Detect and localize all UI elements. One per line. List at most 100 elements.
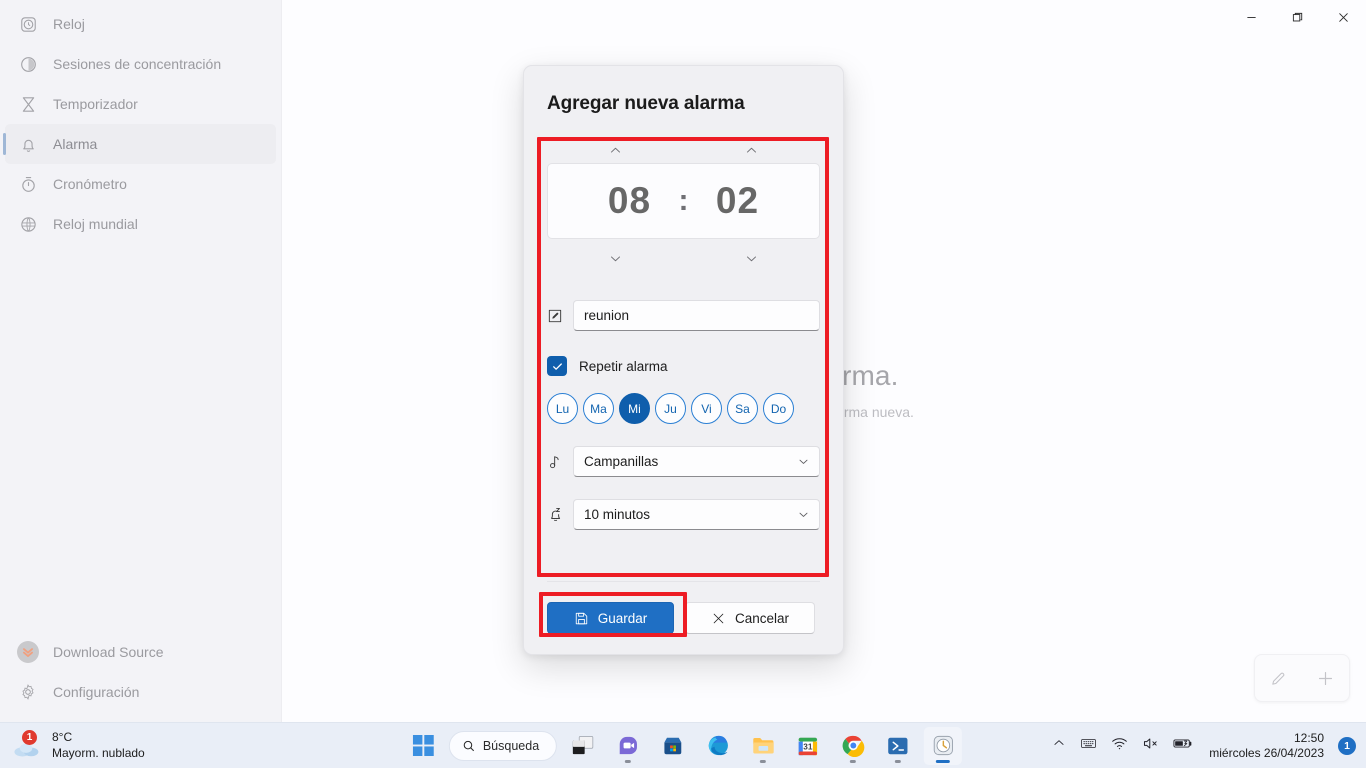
minute-increment-button[interactable] xyxy=(684,137,821,163)
edit-alarm-button[interactable] xyxy=(1262,661,1296,695)
sidebar-item-reloj-mundial[interactable]: Reloj mundial xyxy=(5,204,276,244)
running-indicator xyxy=(760,759,767,763)
active-indicator xyxy=(936,759,951,763)
day-toggle-vi[interactable]: Vi xyxy=(691,393,722,424)
time-separator: : xyxy=(678,184,689,217)
clock-app-icon xyxy=(933,735,953,756)
sidebar-item-alarma[interactable]: Alarma xyxy=(3,124,276,164)
edge-icon xyxy=(708,735,728,756)
hour-value: 08 xyxy=(607,180,652,221)
search-button[interactable]: Búsqueda xyxy=(448,730,558,761)
chevron-down-icon xyxy=(797,455,810,468)
repeat-alarm-row[interactable]: Repetir alarma xyxy=(547,356,820,376)
minimize-button[interactable] xyxy=(1228,0,1274,34)
chevron-down-icon xyxy=(797,508,810,521)
weather-text: 8°C Mayorm. nublado xyxy=(52,730,145,761)
day-toggle-ma[interactable]: Ma xyxy=(583,393,614,424)
add-alarm-button[interactable] xyxy=(1309,661,1343,695)
sidebar-bottom-list: Download Source Configuración xyxy=(0,632,281,722)
chevron-up-icon xyxy=(747,147,757,153)
microsoft-store-button[interactable] xyxy=(654,727,692,765)
close-button[interactable] xyxy=(1320,0,1366,34)
time-increment-row xyxy=(547,137,820,163)
chevron-up-icon[interactable] xyxy=(1052,736,1066,755)
task-view-button[interactable] xyxy=(564,727,602,765)
focus-icon xyxy=(17,53,39,75)
folder-icon xyxy=(753,737,774,753)
time-display[interactable]: 08 : 02 xyxy=(547,163,820,239)
weather-icon: 1 xyxy=(13,729,43,761)
speaker-muted-icon[interactable] xyxy=(1142,735,1159,757)
sidebar-item-configuracion[interactable]: Configuración xyxy=(5,672,276,712)
chevron-down-icon xyxy=(747,255,757,261)
clock-and-date[interactable]: 12:50 miércoles 26/04/2023 xyxy=(1205,731,1324,761)
day-toggle-lu[interactable]: Lu xyxy=(547,393,578,424)
sidebar-item-sesiones-de-concentracion[interactable]: Sesiones de concentración xyxy=(5,44,276,84)
sidebar-item-label: Configuración xyxy=(53,684,140,700)
restore-icon xyxy=(1292,12,1302,21)
taskbar-center: Búsqueda 31 xyxy=(404,726,963,765)
chrome-button[interactable] xyxy=(834,727,872,765)
calendar-day: 31 xyxy=(804,742,814,751)
snooze-select[interactable]: 10 minutos xyxy=(573,499,820,530)
pencil-icon xyxy=(1272,672,1285,685)
hour-increment-button[interactable] xyxy=(547,137,684,163)
close-icon xyxy=(1338,12,1348,22)
wifi-icon[interactable] xyxy=(1111,735,1128,757)
notification-badge[interactable]: 1 xyxy=(1338,736,1356,755)
minute-value: 02 xyxy=(715,180,760,221)
sidebar-item-label: Sesiones de concentración xyxy=(53,56,222,72)
file-explorer-button[interactable] xyxy=(744,727,782,765)
screen: Reloj Sesiones de concentración Temporiz… xyxy=(0,0,1366,768)
start-button[interactable] xyxy=(404,727,442,765)
search-icon xyxy=(463,740,474,751)
add-alarm-dialog: Agregar nueva alarma 08 : 02 reunion Rep… xyxy=(523,65,844,655)
dialog-title: Agregar nueva alarma xyxy=(547,93,745,114)
powershell-icon xyxy=(888,737,908,754)
tray-icon-group xyxy=(1052,735,1193,757)
plus-icon xyxy=(1318,671,1333,685)
calendar-button[interactable]: 31 xyxy=(789,727,827,765)
alarm-sound-select[interactable]: Campanillas xyxy=(573,446,820,477)
minute-decrement-button[interactable] xyxy=(684,245,821,271)
clock-app-button[interactable] xyxy=(924,726,963,765)
action-button-group xyxy=(1254,654,1350,702)
alarm-name-input[interactable]: reunion xyxy=(573,300,820,331)
sidebar-item-temporizador[interactable]: Temporizador xyxy=(5,84,276,124)
chat-icon xyxy=(619,736,637,755)
nav-list: Reloj Sesiones de concentración Temporiz… xyxy=(0,4,281,244)
sidebar-item-label: Reloj mundial xyxy=(53,216,138,232)
minimize-icon xyxy=(1246,16,1256,18)
weather-temperature: 8°C xyxy=(52,729,73,744)
search-label: Búsqueda xyxy=(482,738,540,753)
check-icon xyxy=(552,362,562,370)
chat-button[interactable] xyxy=(609,727,647,765)
battery-icon[interactable] xyxy=(1173,736,1193,756)
hour-decrement-button[interactable] xyxy=(547,245,684,271)
task-view-icon xyxy=(573,735,594,754)
sidebar-item-cronometro[interactable]: Cronómetro xyxy=(5,164,276,204)
day-toggle-do[interactable]: Do xyxy=(763,393,794,424)
edge-button[interactable] xyxy=(699,727,737,765)
sidebar-item-label: Cronómetro xyxy=(53,176,127,192)
stopwatch-icon xyxy=(17,173,39,195)
sidebar-item-reloj[interactable]: Reloj xyxy=(5,4,276,44)
day-toggle-ju[interactable]: Ju xyxy=(655,393,686,424)
day-toggle-mi[interactable]: Mi xyxy=(619,393,650,424)
bell-icon xyxy=(17,133,39,155)
save-button[interactable]: Guardar xyxy=(547,602,674,634)
powershell-button[interactable] xyxy=(879,727,917,765)
repeat-alarm-checkbox[interactable] xyxy=(547,356,567,376)
cancel-button[interactable]: Cancelar xyxy=(685,602,815,634)
sidebar-item-download-source[interactable]: Download Source xyxy=(5,632,276,672)
music-note-icon xyxy=(547,454,573,470)
weather-widget[interactable]: 1 8°C Mayorm. nublado xyxy=(0,729,300,761)
day-toggle-sa[interactable]: Sa xyxy=(727,393,758,424)
taskbar-time: 12:50 xyxy=(1293,730,1324,745)
gear-icon xyxy=(17,681,39,703)
maximize-button[interactable] xyxy=(1274,0,1320,34)
keyboard-icon[interactable] xyxy=(1080,735,1097,757)
taskbar: 1 8°C Mayorm. nublado Búsqueda 31 12:50 … xyxy=(0,722,1366,768)
snooze-icon xyxy=(547,506,573,523)
